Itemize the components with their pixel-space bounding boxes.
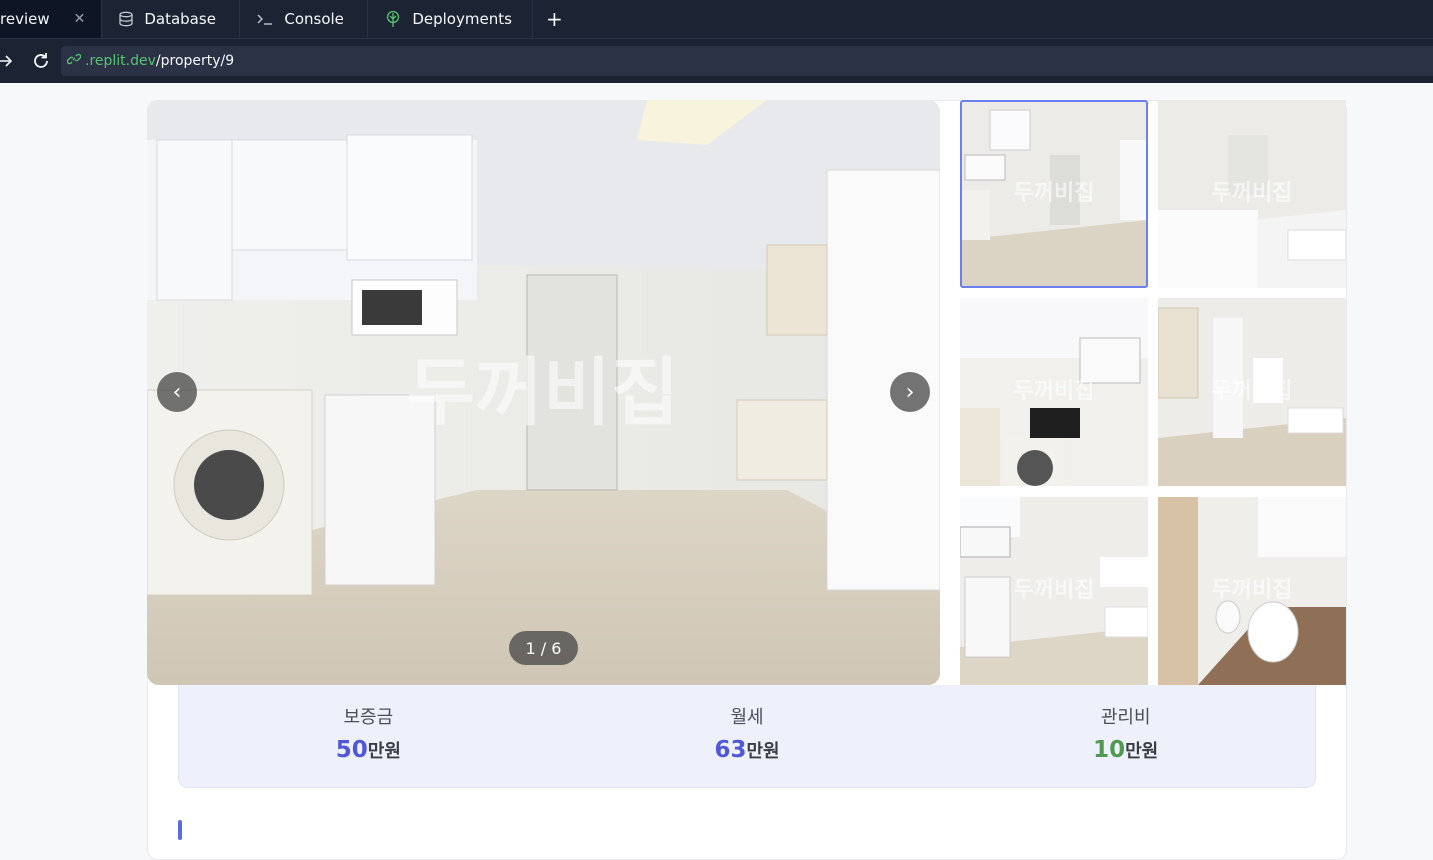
thumbnail-4-watermark: 두꺼비집 [1212, 379, 1293, 404]
photo-counter: 1 / 6 [509, 631, 578, 665]
previous-photo-button[interactable]: ‹ [157, 372, 197, 412]
tab-console[interactable]: Console [240, 0, 369, 38]
deposit-column: 보증금 50만원 [179, 685, 558, 787]
price-summary: 보증금 50만원 월세 63만원 관리비 10만원 [178, 685, 1316, 788]
thumbnail-6-watermark: 두꺼비집 [1212, 578, 1293, 603]
monthly-rent-column: 월세 63만원 [558, 685, 937, 787]
deposit-label: 보증금 [343, 707, 394, 728]
database-icon [118, 11, 134, 27]
thumbnail-6[interactable]: 두꺼비집 [1158, 497, 1346, 685]
tab-preview[interactable]: review ✕ [0, 0, 103, 38]
monthly-rent-value: 63만원 [714, 737, 779, 763]
section-accent-bar [178, 820, 182, 840]
console-icon [256, 11, 274, 27]
tab-label-preview: review [0, 10, 50, 28]
browser-url-row: .replit.dev/property/9 [0, 39, 1433, 83]
maintenance-fee-unit: 만원 [1125, 741, 1159, 762]
thumbnail-2[interactable]: 두꺼비집 [1158, 100, 1346, 288]
tab-label-deployments: Deployments [412, 10, 512, 28]
maintenance-fee-column: 관리비 10만원 [936, 685, 1315, 787]
link-icon [66, 52, 82, 70]
thumbnail-1[interactable]: 두꺼비집 [960, 100, 1148, 288]
main-photo-watermark: 두꺼비집 [407, 350, 679, 436]
monthly-rent-label: 월세 [730, 707, 764, 728]
maintenance-fee-amount: 10 [1093, 737, 1126, 763]
tab-label-database: Database [144, 10, 216, 28]
thumbnail-1-watermark: 두꺼비집 [1014, 181, 1095, 206]
thumbnail-2-watermark: 두꺼비집 [1212, 181, 1293, 206]
deposit-amount: 50 [335, 737, 368, 763]
deposit-unit: 만원 [367, 741, 401, 762]
tab-deployments[interactable]: Deployments [368, 0, 534, 38]
url-host: .replit.dev [85, 53, 156, 69]
tab-label-console: Console [284, 10, 344, 28]
deployments-icon [384, 10, 402, 28]
next-photo-button[interactable]: › [890, 372, 930, 412]
reload-icon[interactable] [24, 39, 58, 83]
maintenance-fee-value: 10만원 [1093, 737, 1158, 763]
add-tab-button[interactable]: + [533, 0, 575, 38]
thumbnail-5[interactable]: 두꺼비집 [960, 497, 1148, 685]
forward-icon[interactable] [0, 39, 14, 83]
deposit-value: 50만원 [336, 737, 401, 763]
main-property-photo: 두꺼비집 [147, 100, 940, 685]
workspace-tab-bar: review ✕ Database Console Deployments + [0, 0, 1433, 39]
monthly-rent-amount: 63 [714, 737, 747, 763]
thumbnail-4[interactable]: 두꺼비집 [1158, 298, 1346, 486]
tab-database[interactable]: Database [102, 0, 241, 38]
maintenance-fee-label: 관리비 [1100, 707, 1151, 728]
monthly-rent-unit: 만원 [746, 741, 780, 762]
url-bar[interactable]: .replit.dev/property/9 [61, 46, 1433, 76]
thumbnail-3[interactable]: 두꺼비집 [960, 298, 1148, 486]
url-path: /property/9 [155, 53, 235, 69]
close-tab-icon[interactable]: ✕ [74, 11, 86, 27]
thumbnail-5-watermark: 두꺼비집 [1014, 578, 1095, 603]
thumbnail-3-watermark: 두꺼비집 [1014, 379, 1095, 404]
